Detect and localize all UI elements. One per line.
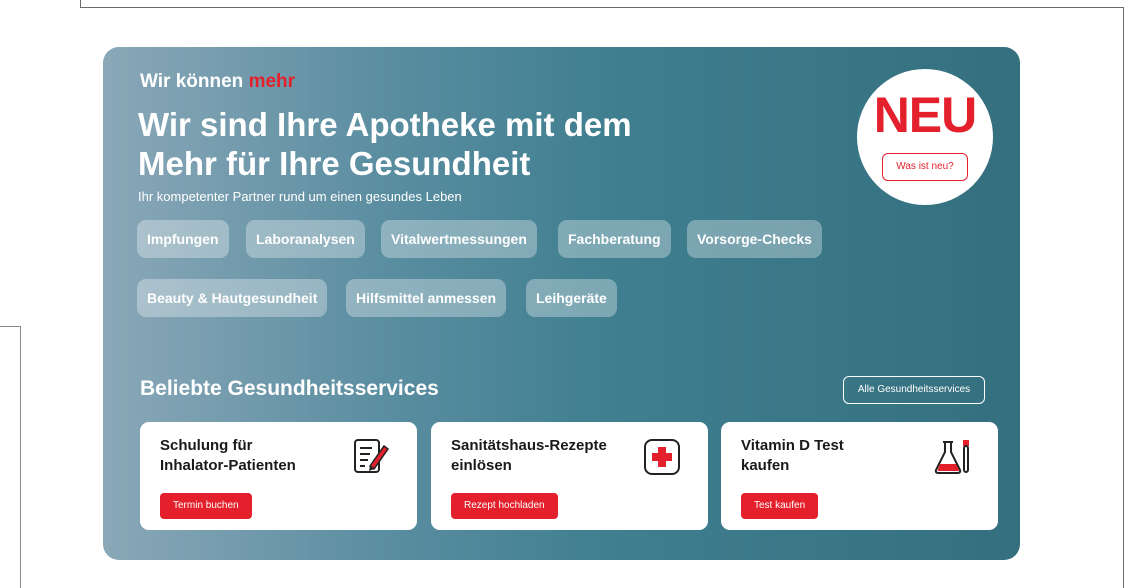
- card-title-line-2: kaufen: [741, 457, 790, 474]
- buy-test-button[interactable]: Test kaufen: [741, 493, 819, 519]
- chip-vorsorge-checks[interactable]: Vorsorge-Checks: [687, 220, 822, 258]
- chip-impfungen[interactable]: Impfungen: [137, 220, 229, 258]
- eyebrow-prefix: Wir können: [140, 71, 249, 92]
- service-card-title: Schulung für Inhalator-Patienten: [160, 436, 340, 476]
- service-card-vitamin-d: Vitamin D Test kaufen Test kaufen: [721, 422, 998, 530]
- service-card-title: Vitamin D Test kaufen: [741, 436, 921, 476]
- hero-banner: Wir können mehr Wir sind Ihre Apotheke m…: [103, 47, 1020, 560]
- all-services-button[interactable]: Alle Gesundheitsservices: [843, 376, 985, 404]
- whats-new-button[interactable]: Was ist neu?: [882, 153, 968, 181]
- new-badge-title: NEU: [873, 87, 978, 143]
- lab-flask-icon: [931, 436, 973, 478]
- medical-cross-icon: [641, 436, 683, 478]
- book-appointment-button[interactable]: Termin buchen: [160, 493, 252, 519]
- chip-leihgeraete[interactable]: Leihgeräte: [526, 279, 617, 317]
- frame-divider: [0, 326, 20, 327]
- chip-laboranalysen[interactable]: Laboranalysen: [246, 220, 365, 258]
- card-title-line-1: Vitamin D Test: [741, 437, 844, 454]
- headline-line-1: Wir sind Ihre Apotheke mit dem: [138, 106, 632, 143]
- new-badge: NEU Was ist neu?: [857, 69, 993, 205]
- chip-hilfsmittel-anmessen[interactable]: Hilfsmittel anmessen: [346, 279, 507, 317]
- service-card-sanitaetshaus: Sanitätshaus-Rezepte einlösen Rezept hoc…: [431, 422, 708, 530]
- upload-prescription-button[interactable]: Rezept hochladen: [451, 493, 558, 519]
- frame-divider: [20, 326, 21, 588]
- services-title: Beliebte Gesundheitsservices: [140, 377, 439, 400]
- service-card-title: Sanitätshaus-Rezepte einlösen: [451, 436, 641, 476]
- chip-vitalwertmessungen[interactable]: Vitalwertmessungen: [381, 220, 537, 258]
- card-title-line-2: einlösen: [451, 457, 512, 474]
- card-title-line-1: Schulung für: [160, 437, 253, 454]
- chip-beauty-hautgesundheit[interactable]: Beauty & Hautgesundheit: [137, 279, 328, 317]
- card-title-line-1: Sanitätshaus-Rezepte: [451, 437, 607, 454]
- eyebrow-accent: mehr: [248, 71, 296, 92]
- headline-line-2: Mehr für Ihre Gesundheit: [138, 145, 531, 182]
- hero-eyebrow: Wir können mehr: [140, 71, 295, 93]
- document-pen-icon: [350, 436, 392, 478]
- hero-headline: Wir sind Ihre Apotheke mit dem Mehr für …: [138, 105, 698, 183]
- frame-divider: [80, 7, 1124, 8]
- hero-subline: Ihr kompetenter Partner rund um einen ge…: [138, 189, 462, 204]
- chip-fachberatung[interactable]: Fachberatung: [558, 220, 671, 258]
- service-card-inhalator: Schulung für Inhalator-Patienten Termin …: [140, 422, 417, 530]
- card-title-line-2: Inhalator-Patienten: [160, 457, 296, 474]
